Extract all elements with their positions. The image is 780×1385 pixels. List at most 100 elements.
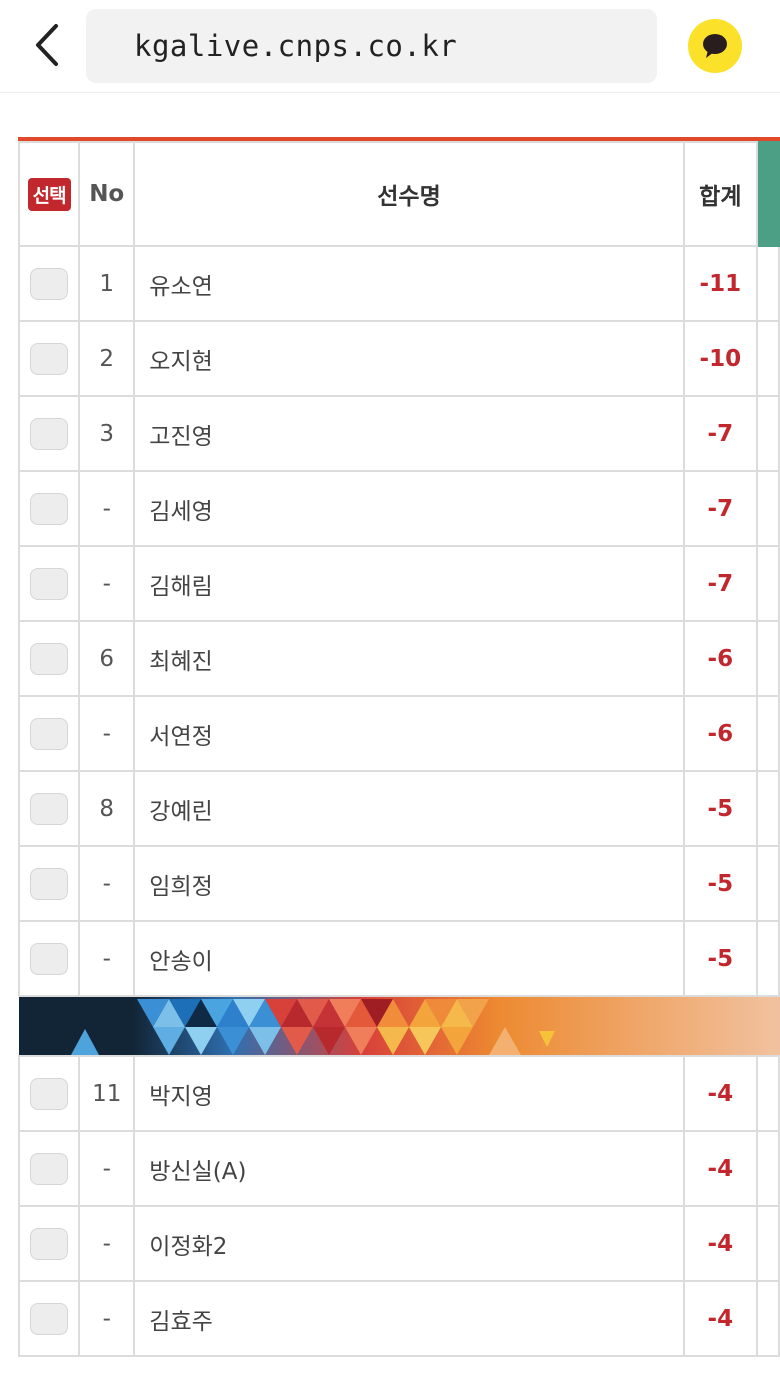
- select-checkbox[interactable]: [30, 867, 69, 900]
- select-cell: [17, 920, 81, 997]
- total-score: -5: [682, 770, 758, 847]
- url-text: kgalive.cnps.co.kr: [134, 29, 458, 63]
- player-name[interactable]: 최혜진: [133, 620, 685, 697]
- no-header: No: [78, 141, 136, 247]
- select-cell: [17, 1205, 81, 1282]
- next-column-cell: [755, 320, 780, 397]
- table-row: - 안송이 -5: [17, 920, 780, 997]
- next-column-cell: [755, 1280, 780, 1357]
- banner-section: [19, 995, 780, 1057]
- rows-bottom: 11 박지영 -4- 방신실(A) -4- 이정화2 -4- 김효주 -4: [17, 1055, 780, 1357]
- table-row: - 이정화2 -4: [17, 1205, 780, 1282]
- table-row: 11 박지영 -4: [17, 1055, 780, 1132]
- player-name[interactable]: 이정화2: [133, 1205, 685, 1282]
- next-column-header: [755, 141, 780, 247]
- player-name[interactable]: 김효주: [133, 1280, 685, 1357]
- select-checkbox[interactable]: [30, 642, 69, 675]
- banner-cell: [19, 995, 780, 1057]
- total-score: -6: [682, 695, 758, 772]
- next-column-cell: [755, 1205, 780, 1282]
- back-button[interactable]: [28, 22, 68, 68]
- select-cell: [17, 695, 81, 772]
- total-score: -4: [682, 1130, 758, 1207]
- player-name[interactable]: 김세영: [133, 470, 685, 547]
- player-name[interactable]: 박지영: [133, 1055, 685, 1132]
- next-column-cell: [755, 1055, 780, 1132]
- total-score: -4: [682, 1205, 758, 1282]
- table-row: 6 최혜진 -6: [17, 620, 780, 697]
- select-cell: [17, 1280, 81, 1357]
- select-cell: [17, 320, 81, 397]
- total-score: -4: [682, 1055, 758, 1132]
- select-badge[interactable]: 선택: [27, 177, 71, 211]
- select-checkbox[interactable]: [30, 342, 69, 375]
- next-column-cell: [755, 395, 780, 472]
- kakaotalk-chat-icon: [703, 34, 727, 58]
- triangle-pattern: [71, 999, 555, 1055]
- rank-cell: 3: [78, 395, 136, 472]
- select-checkbox[interactable]: [30, 1152, 69, 1185]
- table-row: - 방신실(A) -4: [17, 1130, 780, 1207]
- rank-cell: -: [78, 545, 136, 622]
- rank-cell: 2: [78, 320, 136, 397]
- player-name[interactable]: 방신실(A): [133, 1130, 685, 1207]
- table-row: 3 고진영 -7: [17, 395, 780, 472]
- select-checkbox[interactable]: [30, 567, 69, 600]
- kakaotalk-button[interactable]: [688, 19, 742, 73]
- select-checkbox[interactable]: [30, 792, 69, 825]
- rank-cell: 11: [78, 1055, 136, 1132]
- next-column-cell: [755, 470, 780, 547]
- rank-cell: -: [78, 1280, 136, 1357]
- total-score: -5: [682, 845, 758, 922]
- select-checkbox[interactable]: [30, 1302, 69, 1335]
- select-checkbox[interactable]: [30, 492, 69, 525]
- select-header: 선택: [17, 141, 81, 247]
- player-name[interactable]: 고진영: [133, 395, 685, 472]
- select-checkbox[interactable]: [30, 717, 69, 750]
- chevron-left-icon: [36, 24, 58, 66]
- select-cell: [17, 770, 81, 847]
- rank-cell: 8: [78, 770, 136, 847]
- player-name[interactable]: 김해림: [133, 545, 685, 622]
- select-cell: [17, 470, 81, 547]
- decorative-banner: [19, 997, 780, 1055]
- player-name[interactable]: 임희정: [133, 845, 685, 922]
- address-bar[interactable]: kgalive.cnps.co.kr: [86, 9, 657, 83]
- player-name[interactable]: 안송이: [133, 920, 685, 997]
- player-name[interactable]: 유소연: [133, 245, 685, 322]
- table-row: 2 오지현 -10: [17, 320, 780, 397]
- next-column-cell: [755, 245, 780, 322]
- total-score: -6: [682, 620, 758, 697]
- select-cell: [17, 545, 81, 622]
- table-row: - 김효주 -4: [17, 1280, 780, 1357]
- total-score: -7: [682, 395, 758, 472]
- rank-cell: -: [78, 845, 136, 922]
- rank-cell: 6: [78, 620, 136, 697]
- select-checkbox[interactable]: [30, 1227, 69, 1260]
- total-score: -4: [682, 1280, 758, 1357]
- player-name[interactable]: 서연정: [133, 695, 685, 772]
- next-column-cell: [755, 695, 780, 772]
- total-score: -10: [682, 320, 758, 397]
- next-column-cell: [755, 845, 780, 922]
- player-name[interactable]: 강예린: [133, 770, 685, 847]
- select-cell: [17, 1130, 81, 1207]
- select-cell: [17, 245, 81, 322]
- rank-cell: 1: [78, 245, 136, 322]
- select-checkbox[interactable]: [30, 1077, 69, 1110]
- banner-row: [19, 995, 780, 1057]
- table-row: 8 강예린 -5: [17, 770, 780, 847]
- rank-cell: -: [78, 695, 136, 772]
- next-column-cell: [755, 545, 780, 622]
- table-row: - 서연정 -6: [17, 695, 780, 772]
- rank-cell: -: [78, 1130, 136, 1207]
- table-row: - 임희정 -5: [17, 845, 780, 922]
- select-checkbox[interactable]: [30, 267, 69, 300]
- next-column-cell: [755, 920, 780, 997]
- select-checkbox[interactable]: [30, 417, 69, 450]
- select-checkbox[interactable]: [30, 942, 69, 975]
- player-name[interactable]: 오지현: [133, 320, 685, 397]
- next-column-cell: [755, 1130, 780, 1207]
- next-column-cell: [755, 770, 780, 847]
- table-row: - 김세영 -7: [17, 470, 780, 547]
